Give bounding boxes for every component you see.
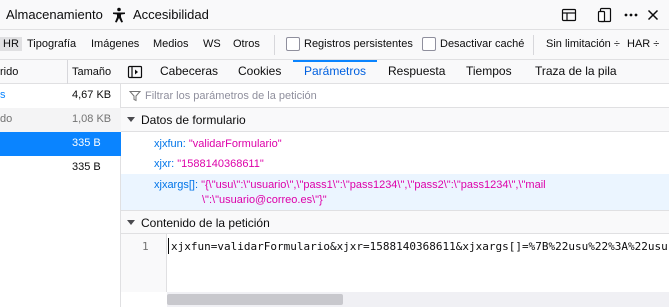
param-value: "1588140368611" (177, 158, 264, 170)
har-label: HAR (627, 38, 651, 50)
request-cell-size: 335 B (72, 161, 101, 173)
filter-type-other[interactable]: Otros (233, 38, 260, 50)
throttling-select[interactable]: Sin limitación ÷ (546, 38, 620, 50)
disable-cache-label: Desactivar caché (440, 38, 525, 50)
request-row-selected[interactable]: 335 B (0, 132, 121, 156)
accessibility-icon (113, 7, 125, 23)
dock-icon[interactable] (597, 7, 613, 23)
tab-accessibility[interactable]: Accesibilidad (133, 7, 209, 22)
column-header-size[interactable]: Tamaño (72, 66, 111, 78)
toolbar-divider (274, 35, 275, 55)
column-divider (67, 60, 68, 84)
throttling-value: Sin limitación (546, 38, 611, 50)
param-value: "{\"usu\":\"usuario\",\"pass1\":\"pass12… (201, 179, 546, 191)
request-body-text: xjxfun=validarFormulario&xjxr=1588140368… (171, 240, 668, 253)
filter-type-fonts[interactable]: Tipografía (27, 38, 76, 50)
disable-cache-checkbox[interactable] (422, 37, 436, 51)
tab-stack-trace[interactable]: Traza de la pila (535, 64, 617, 78)
tab-cookies[interactable]: Cookies (238, 64, 281, 78)
request-row[interactable]: s 4,67 KB (0, 84, 121, 108)
persistent-logs-checkbox[interactable] (286, 37, 300, 51)
filter-type-xhr[interactable]: HR (0, 37, 22, 51)
caret-down-icon (127, 220, 135, 225)
request-row[interactable]: do 1,08 KB (0, 108, 121, 132)
tab-timings[interactable]: Tiempos (466, 64, 512, 78)
tab-params[interactable]: Parámetros (304, 64, 366, 78)
persistent-logs-label: Registros persistentes (304, 38, 413, 50)
request-body-section-header[interactable]: Contenido de la petición (121, 210, 669, 234)
column-header-transferred[interactable]: rido (0, 66, 18, 78)
param-key: xjxfun: (154, 138, 186, 150)
params-filter-input[interactable]: Filtrar los parámetros de la petición (145, 90, 317, 102)
param-row[interactable]: xjxargs[]: "{\"usu\":\"usuario\",\"pass1… (154, 179, 546, 191)
param-row[interactable]: xjxfun: "validarFormulario" (154, 138, 282, 150)
chevron-updown-icon: ÷ (653, 38, 660, 50)
active-tab-indicator (293, 60, 377, 62)
request-cell-size: 4,67 KB (72, 89, 112, 101)
form-data-section-title: Datos de formulario (141, 113, 246, 127)
tab-headers[interactable]: Cabeceras (160, 64, 218, 78)
request-cell-size: 1,08 KB (72, 113, 112, 125)
scrollbar-thumb[interactable] (167, 294, 343, 305)
request-cell-transferred: s (0, 89, 6, 101)
tab-storage[interactable]: Almacenamiento (6, 7, 103, 22)
param-value-continuation: \":\"usuario@correo.es\"}" (202, 194, 327, 206)
filter-type-media[interactable]: Medios (153, 38, 188, 50)
param-key: xjxargs[]: (154, 179, 199, 191)
chevron-updown-icon: ÷ (613, 38, 620, 50)
har-menu-button[interactable]: HAR ÷ (627, 38, 659, 50)
line-number: 1 (142, 240, 149, 253)
form-data-section-header[interactable]: Datos de formulario (121, 108, 669, 132)
tab-response[interactable]: Respuesta (388, 64, 445, 78)
param-value: "validarFormulario" (188, 138, 282, 150)
filter-icon (129, 91, 141, 102)
request-cell-transferred: do (0, 113, 13, 125)
param-key: xjxr: (154, 158, 175, 170)
toggle-sidebar-icon[interactable] (127, 64, 143, 80)
request-cell-size: 335 B (72, 137, 101, 149)
text-cursor (168, 238, 169, 254)
responsive-mode-icon[interactable] (561, 7, 577, 23)
close-icon[interactable] (645, 7, 661, 23)
filter-type-ws[interactable]: WS (203, 38, 221, 50)
caret-down-icon (127, 117, 135, 122)
more-icon[interactable] (623, 7, 639, 23)
filter-type-images[interactable]: Imágenes (91, 38, 139, 50)
param-row[interactable]: xjxr: "1588140368611" (154, 158, 264, 170)
toolbar-divider (533, 35, 534, 55)
request-row[interactable]: 335 B (0, 156, 121, 180)
request-body-section-title: Contenido de la petición (141, 216, 270, 230)
